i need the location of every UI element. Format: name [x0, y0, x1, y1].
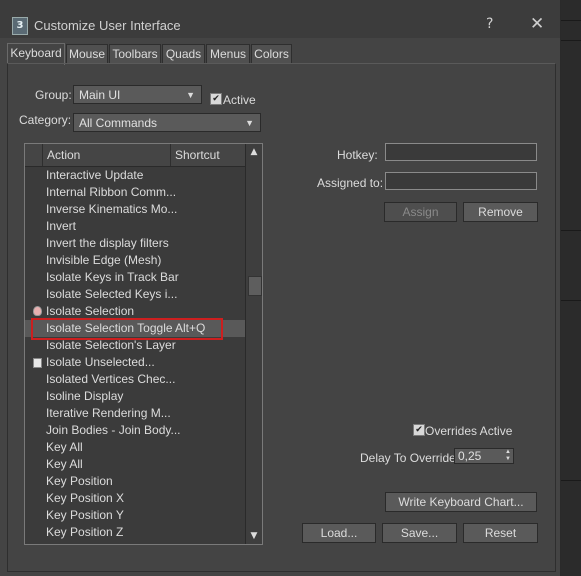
action-name: Inverse Kinematics Mo... — [46, 202, 178, 216]
assigned-to-field — [385, 172, 537, 190]
category-label: Category: — [19, 113, 72, 127]
action-name: Isolate Selected Keys i... — [46, 287, 178, 301]
app-icon: 3 — [12, 17, 28, 35]
overrides-active-checkbox[interactable]: ✔ — [413, 424, 425, 436]
action-name: Invisible Edge (Mesh) — [46, 253, 162, 267]
action-name: Key All — [46, 457, 83, 471]
active-checkbox[interactable]: ✔ — [210, 93, 222, 105]
action-name: Isolate Keys in Track Bar — [46, 270, 179, 284]
delay-to-override-spinner[interactable]: 0,25 ▲ ▼ — [454, 448, 514, 464]
action-name: Key Position Z — [46, 525, 124, 539]
hotkey-label: Hotkey: — [337, 148, 378, 162]
assigned-to-label: Assigned to: — [317, 176, 384, 190]
list-item[interactable]: Key Position — [25, 473, 245, 490]
action-name: Key All — [46, 440, 83, 454]
group-dropdown[interactable]: Main UI ▼ — [73, 85, 202, 104]
reset-button[interactable]: Reset — [463, 523, 538, 543]
tab-keyboard[interactable]: Keyboard — [7, 43, 65, 65]
selection-highlight-box — [31, 318, 223, 340]
customize-ui-dialog: 3 Customize User Interface ? ✕ Keyboard … — [0, 0, 561, 576]
list-item[interactable]: Invisible Edge (Mesh) — [25, 252, 245, 269]
background-viewport — [561, 0, 581, 576]
action-name: Isolate Unselected... — [46, 355, 155, 369]
list-item[interactable]: Isolate Selected Keys i... — [25, 286, 245, 303]
action-list[interactable]: Action Shortcut Interactive Update Inter… — [24, 143, 263, 545]
write-keyboard-chart-button[interactable]: Write Keyboard Chart... — [385, 492, 537, 512]
list-item[interactable]: Isolated Vertices Chec... — [25, 371, 245, 388]
scroll-down-icon[interactable]: ▼ — [246, 529, 262, 543]
save-button[interactable]: Save... — [382, 523, 457, 543]
box-icon — [33, 358, 42, 368]
group-label: Group: — [35, 88, 72, 102]
action-name: Join Bodies - Join Body... — [46, 423, 181, 437]
action-name: Invert — [46, 219, 77, 233]
group-value: Main UI — [79, 88, 121, 102]
scroll-up-icon[interactable]: ▲ — [246, 145, 262, 159]
shortcut-column-header[interactable]: Shortcut — [170, 144, 245, 166]
window-title: Customize User Interface — [34, 18, 181, 33]
lightbulb-icon — [33, 306, 42, 316]
action-name: Isoline Display — [46, 389, 124, 403]
title-bar[interactable]: 3 Customize User Interface ? ✕ — [0, 0, 560, 38]
list-item[interactable]: Key Position Z — [25, 524, 245, 541]
hotkey-field[interactable] — [385, 143, 537, 161]
category-dropdown[interactable]: All Commands ▼ — [73, 113, 261, 132]
tab-mouse[interactable]: Mouse — [66, 44, 108, 64]
assign-button[interactable]: Assign — [384, 202, 457, 222]
tab-colors[interactable]: Colors — [251, 44, 292, 64]
load-button[interactable]: Load... — [302, 523, 376, 543]
scroll-thumb[interactable] — [248, 276, 262, 296]
list-item[interactable]: Key All — [25, 456, 245, 473]
list-item[interactable]: Invert — [25, 218, 245, 235]
tab-menus[interactable]: Menus — [206, 44, 250, 64]
delay-value: 0,25 — [458, 449, 482, 463]
list-item[interactable]: Invert the display filters — [25, 235, 245, 252]
action-name: Isolated Vertices Chec... — [46, 372, 176, 386]
list-item[interactable]: Iterative Rendering M... — [25, 405, 245, 422]
active-label: Active — [223, 93, 256, 107]
help-button[interactable]: ? — [486, 16, 493, 32]
action-name: Key Position X — [46, 491, 125, 505]
overrides-active-label: Overrides Active — [425, 424, 513, 438]
list-item[interactable]: Join Bodies - Join Body... — [25, 422, 245, 439]
action-name: Iterative Rendering M... — [46, 406, 171, 420]
action-name: Key Position — [46, 474, 113, 488]
action-column-header[interactable]: Action — [42, 144, 170, 166]
chevron-down-icon: ▼ — [186, 90, 195, 100]
spinner-arrows-icon[interactable]: ▲ ▼ — [505, 449, 511, 463]
list-header: Action Shortcut — [25, 144, 245, 167]
list-item[interactable]: Isolate Unselected... — [25, 354, 245, 371]
action-name: Key Position Y — [46, 508, 124, 522]
tab-quads[interactable]: Quads — [162, 44, 205, 64]
list-item[interactable]: Key Position X — [25, 490, 245, 507]
list-item[interactable]: Key Position Y — [25, 507, 245, 524]
delay-to-override-label: Delay To Override: — [360, 451, 460, 465]
category-value: All Commands — [79, 116, 158, 130]
list-item[interactable]: Inverse Kinematics Mo... — [25, 201, 245, 218]
list-item[interactable]: Key All — [25, 439, 245, 456]
chevron-down-icon: ▼ — [245, 118, 254, 128]
action-name: Internal Ribbon Comm... — [46, 185, 177, 199]
tab-toolbars[interactable]: Toolbars — [109, 44, 161, 64]
list-item[interactable]: Interactive Update — [25, 167, 245, 184]
remove-button[interactable]: Remove — [463, 202, 538, 222]
list-item[interactable]: Isolate Keys in Track Bar — [25, 269, 245, 286]
list-scrollbar[interactable]: ▲ ▼ — [245, 144, 262, 544]
list-item[interactable]: Isoline Display — [25, 388, 245, 405]
action-name: Interactive Update — [46, 168, 144, 182]
action-name: Invert the display filters — [46, 236, 169, 250]
list-item[interactable]: Internal Ribbon Comm... — [25, 184, 245, 201]
close-button[interactable]: ✕ — [530, 14, 544, 34]
